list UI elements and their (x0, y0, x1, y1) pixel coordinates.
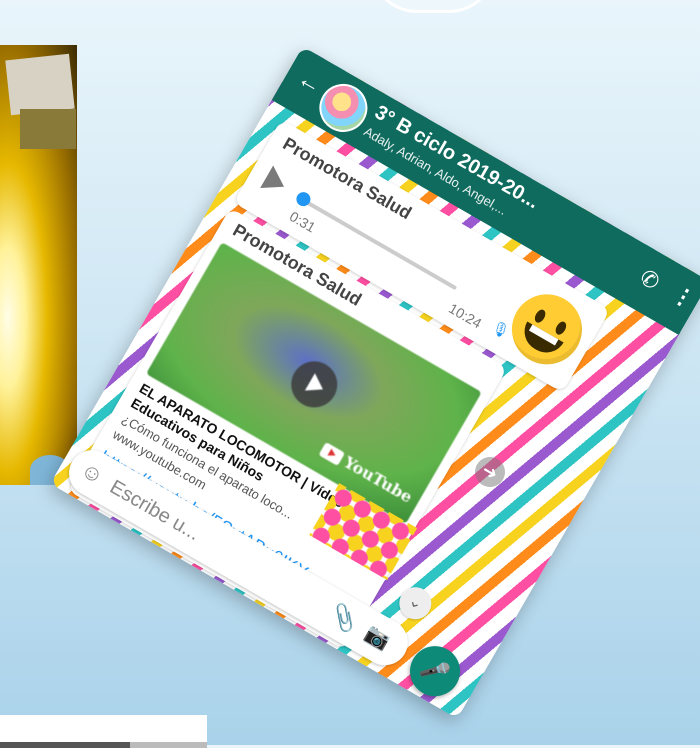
video-play-icon[interactable] (282, 352, 346, 416)
camera-icon[interactable]: 📷 (361, 620, 395, 654)
background-photo (0, 45, 77, 485)
sender-emoji-avatar (499, 281, 595, 378)
emoji-eye-left (532, 307, 548, 325)
emoji-icon[interactable]: ☺ (76, 456, 109, 490)
play-icon[interactable] (260, 165, 291, 199)
attach-icon[interactable]: 📎 (325, 600, 362, 636)
forward-icon[interactable]: ➜ (469, 451, 511, 493)
photo-shelf (20, 109, 76, 149)
scroll-down-icon[interactable]: ⌄ (393, 581, 438, 626)
decorative-ring (370, 0, 496, 13)
progress-bar-dark (0, 742, 130, 748)
photo-box (5, 53, 75, 116)
message-time: 10:24 (446, 300, 485, 332)
mic-icon: 🎙 (489, 317, 513, 341)
add-call-icon[interactable]: ✆ (635, 264, 664, 296)
more-vert-icon[interactable]: ⋮ (667, 280, 700, 314)
youtube-icon (318, 441, 346, 466)
bottom-slide-strip (0, 715, 207, 748)
emoji-eye-right (553, 319, 569, 337)
whatsapp-phone-screen: ← 3° B ciclo 2019-20... Adaly, Adrian, A… (50, 46, 700, 719)
audio-duration: 0:31 (286, 208, 319, 236)
progress-bar-light (130, 742, 207, 748)
voice-record-button[interactable]: 🎤 (400, 637, 470, 706)
